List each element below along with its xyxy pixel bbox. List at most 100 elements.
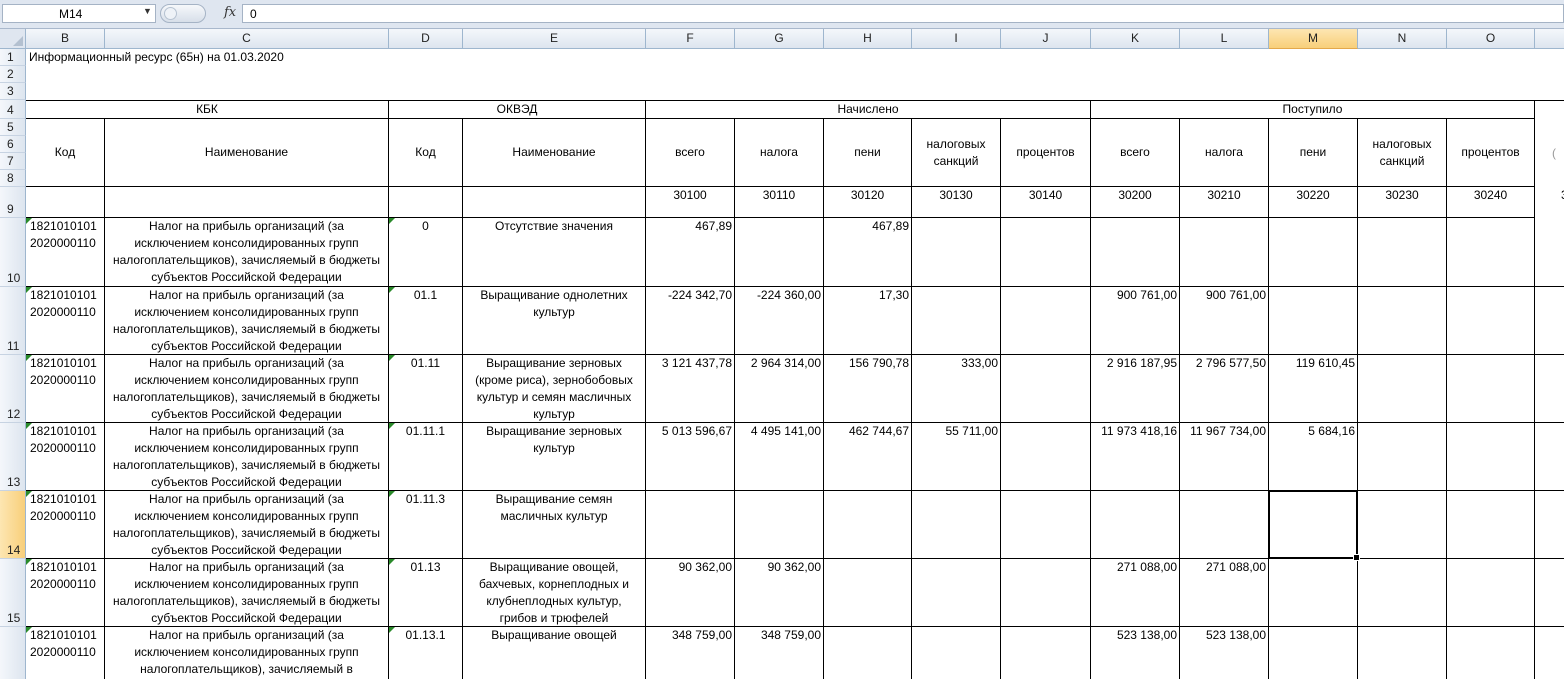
value-cell-g[interactable]: -224 360,00 xyxy=(735,287,824,355)
column-header-p[interactable] xyxy=(1535,29,1564,49)
sheet-title[interactable]: Информационный ресурс (65н) на 01.03.202… xyxy=(28,49,700,66)
value-cell-f[interactable]: 90 362,00 xyxy=(646,559,735,627)
kbk-code-cell[interactable]: 1821010101 2020000110 xyxy=(26,423,105,491)
value-cell-f[interactable]: 348 759,00 xyxy=(646,627,735,679)
okved-code-cell[interactable]: 01.13 xyxy=(389,559,463,627)
value-cell-n[interactable] xyxy=(1358,423,1447,491)
kbk-code-cell[interactable]: 1821010101 2020000110 xyxy=(26,627,105,679)
value-cell-p[interactable] xyxy=(1535,423,1564,491)
worksheet-grid[interactable]: BCDEFGHIJKLMNO 1 2 3 4 5 6 7 8 9 10 11 12 13 14 15 Инф… xyxy=(0,29,1564,679)
header-postupilo[interactable]: Поступило xyxy=(1091,100,1535,119)
value-cell-g[interactable] xyxy=(735,491,824,559)
value-cell-f[interactable] xyxy=(646,491,735,559)
okved-code-cell[interactable]: 01.13.1 xyxy=(389,627,463,679)
column-header-D[interactable]: D xyxy=(389,29,463,49)
subheader-proc_o[interactable]: процентов xyxy=(1447,119,1535,187)
value-cell-n[interactable] xyxy=(1358,559,1447,627)
row-header[interactable]: 4 xyxy=(0,100,26,119)
subheader-naim_e[interactable]: Наименование xyxy=(463,119,646,187)
column-header-K[interactable]: K xyxy=(1091,29,1180,49)
value-cell-l[interactable] xyxy=(1180,491,1269,559)
column-header-N[interactable]: N xyxy=(1358,29,1447,49)
value-cell-i[interactable] xyxy=(912,218,1001,287)
value-cell-g[interactable]: 348 759,00 xyxy=(735,627,824,679)
code-cell-b[interactable] xyxy=(26,187,105,218)
code-cell-k[interactable]: 30200 xyxy=(1091,187,1180,218)
column-header-L[interactable]: L xyxy=(1180,29,1269,49)
subheader-peni_h[interactable]: пени xyxy=(824,119,912,187)
row-header[interactable]: 7 xyxy=(0,153,26,170)
header-nachisleno[interactable]: Начислено xyxy=(646,100,1091,119)
value-cell-o[interactable] xyxy=(1447,218,1535,287)
okved-code-cell[interactable]: 01.11 xyxy=(389,355,463,423)
column-header-C[interactable]: C xyxy=(105,29,389,49)
code-cell-g[interactable]: 30110 xyxy=(735,187,824,218)
kbk-name[interactable]: Налог на прибыль организаций (за исключе… xyxy=(105,355,389,423)
value-cell-n[interactable] xyxy=(1358,491,1447,559)
value-cell-i[interactable]: 333,00 xyxy=(912,355,1001,423)
value-cell-i[interactable] xyxy=(912,559,1001,627)
value-cell-f[interactable]: 467,89 xyxy=(646,218,735,287)
value-cell-f[interactable]: 3 121 437,78 xyxy=(646,355,735,423)
value-cell-o[interactable] xyxy=(1447,355,1535,423)
kbk-code-cell[interactable]: 1821010101 2020000110 xyxy=(26,218,105,287)
header-kbk[interactable]: КБК xyxy=(26,100,389,119)
code-cell-c[interactable] xyxy=(105,187,389,218)
value-cell-k[interactable]: 11 973 418,16 xyxy=(1091,423,1180,491)
subheader-sankc_i[interactable]: налоговых санкций xyxy=(912,119,1001,187)
code-cell-l[interactable]: 30210 xyxy=(1180,187,1269,218)
column-header-F[interactable]: F xyxy=(646,29,735,49)
column-header-E[interactable]: E xyxy=(463,29,646,49)
row-header[interactable]: 6 xyxy=(0,136,26,153)
value-cell-f[interactable]: 5 013 596,67 xyxy=(646,423,735,491)
kbk-name[interactable]: Налог на прибыль организаций (за исключе… xyxy=(105,287,389,355)
formula-input[interactable]: 0 xyxy=(242,4,1564,23)
subheader-partial[interactable]: ( xyxy=(1535,119,1564,187)
insert-function-icon[interactable]: fx xyxy=(224,5,236,20)
code-cell-h[interactable]: 30120 xyxy=(824,187,912,218)
value-cell-o[interactable] xyxy=(1447,287,1535,355)
subheader-proc_j[interactable]: процентов xyxy=(1001,119,1091,187)
column-header-B[interactable]: B xyxy=(26,29,105,49)
value-cell-f[interactable]: -224 342,70 xyxy=(646,287,735,355)
value-cell-k[interactable]: 523 138,00 xyxy=(1091,627,1180,679)
subheader-sankc_n[interactable]: налоговых санкций xyxy=(1358,119,1447,187)
value-cell-n[interactable] xyxy=(1358,355,1447,423)
value-cell-h[interactable]: 17,30 xyxy=(824,287,912,355)
code-cell-i[interactable]: 30130 xyxy=(912,187,1001,218)
value-cell-j[interactable] xyxy=(1001,355,1091,423)
header-okved[interactable]: ОКВЭД xyxy=(389,100,646,119)
value-cell-h[interactable] xyxy=(824,559,912,627)
okved-name[interactable]: Выращивание однолетних культур xyxy=(463,287,646,355)
value-cell-i[interactable] xyxy=(912,627,1001,679)
value-cell-h[interactable] xyxy=(824,491,912,559)
value-cell-n[interactable] xyxy=(1358,287,1447,355)
value-cell-m[interactable]: 5 684,16 xyxy=(1269,423,1358,491)
value-cell-h[interactable]: 462 744,67 xyxy=(824,423,912,491)
code-cell-m[interactable]: 30220 xyxy=(1269,187,1358,218)
code-cell-f[interactable]: 30100 xyxy=(646,187,735,218)
okved-name[interactable]: Выращивание зерновых (кроме риса), зерно… xyxy=(463,355,646,423)
value-cell-l[interactable]: 2 796 577,50 xyxy=(1180,355,1269,423)
subheader-peni_m[interactable]: пени xyxy=(1269,119,1358,187)
row-header[interactable]: 9 xyxy=(0,187,26,218)
value-cell-m[interactable] xyxy=(1269,287,1358,355)
value-cell-g[interactable] xyxy=(735,218,824,287)
kbk-name[interactable]: Налог на прибыль организаций (за исключе… xyxy=(105,559,389,627)
code-cell-j[interactable]: 30140 xyxy=(1001,187,1091,218)
value-cell-o[interactable] xyxy=(1447,627,1535,679)
row-header[interactable]: 13 xyxy=(0,423,26,491)
fill-handle[interactable] xyxy=(1353,554,1360,561)
value-cell-m[interactable] xyxy=(1269,218,1358,287)
okved-code-cell[interactable]: 01.11.1 xyxy=(389,423,463,491)
row-header[interactable]: 3 xyxy=(0,83,26,100)
subheader-kod_b[interactable]: Код xyxy=(26,119,105,187)
value-cell-m[interactable] xyxy=(1269,559,1358,627)
value-cell-i[interactable]: 55 711,00 xyxy=(912,423,1001,491)
value-cell-j[interactable] xyxy=(1001,627,1091,679)
value-cell-k[interactable]: 2 916 187,95 xyxy=(1091,355,1180,423)
value-cell-l[interactable] xyxy=(1180,218,1269,287)
value-cell-m[interactable]: 119 610,45 xyxy=(1269,355,1358,423)
okved-name[interactable]: Отсутствие значения xyxy=(463,218,646,287)
kbk-code-cell[interactable]: 1821010101 2020000110 xyxy=(26,559,105,627)
